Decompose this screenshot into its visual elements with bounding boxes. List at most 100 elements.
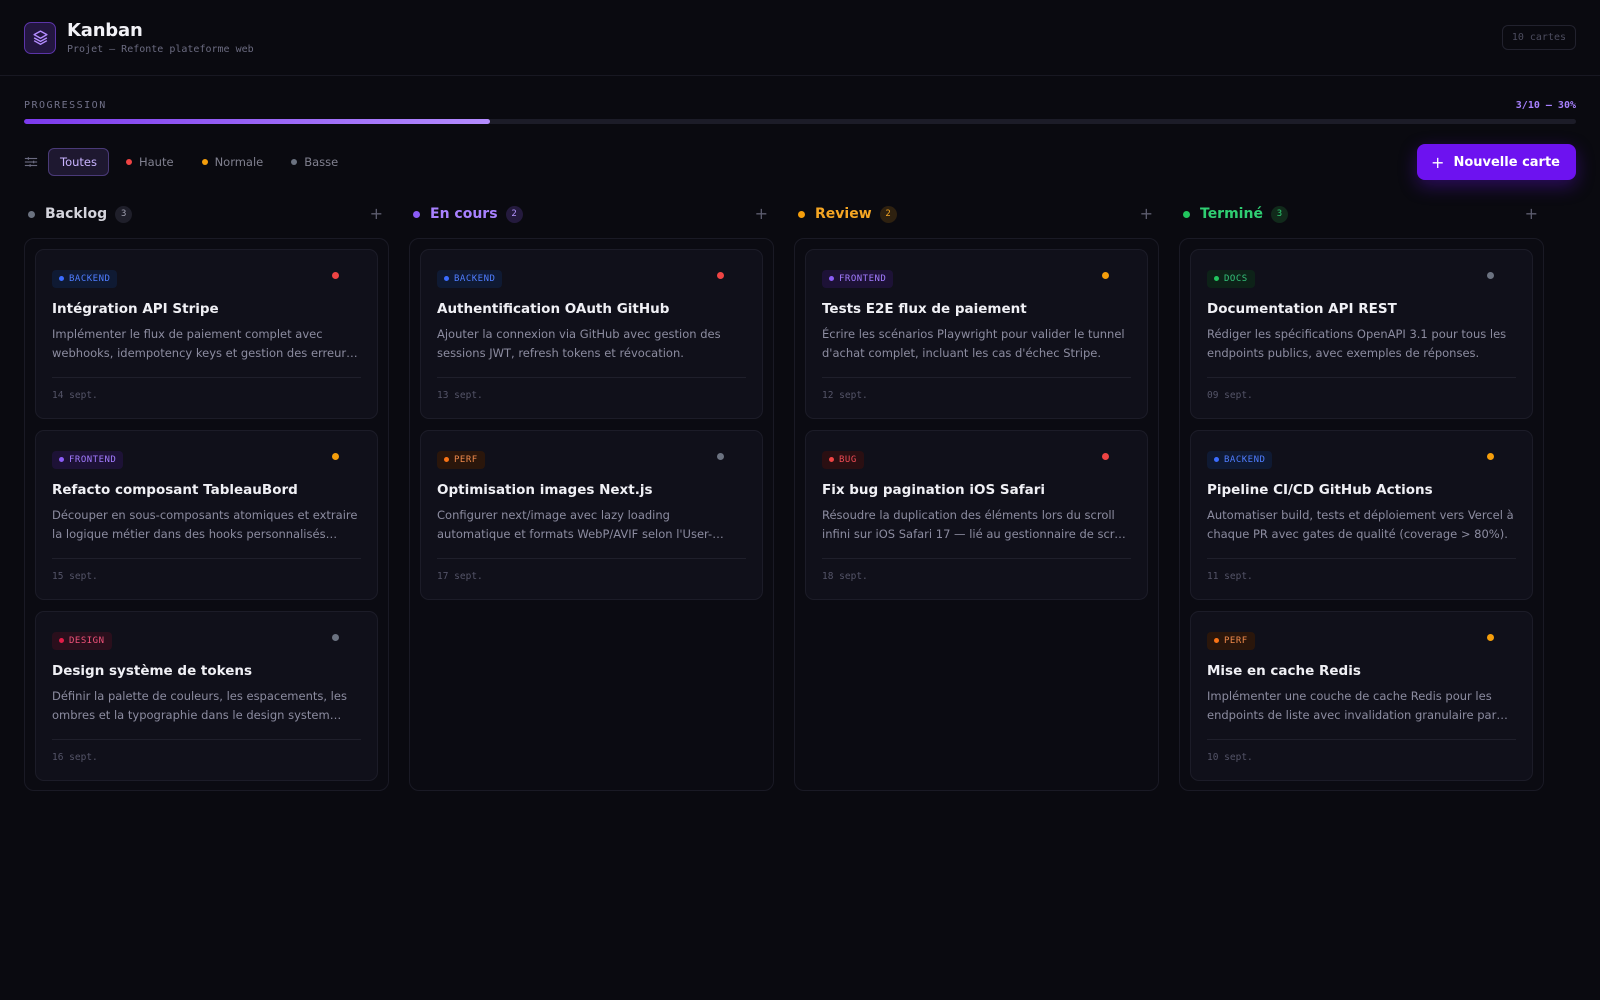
progress-section: PROGRESSION 3/10 — 30%: [0, 76, 1600, 124]
card-tag-label: PERF: [1224, 635, 1248, 646]
tag-dot: [829, 457, 834, 462]
sliders-icon[interactable]: [24, 155, 38, 169]
card-tag: BUG: [822, 450, 864, 469]
add-card-icon[interactable]: +: [1140, 204, 1153, 223]
card-tag: BACKEND: [437, 269, 503, 288]
card-tag: DESIGN: [52, 631, 112, 650]
kanban-card[interactable]: BUG Fix bug pagination iOS Safari Résoudre…: [805, 430, 1148, 600]
card-tag: FRONTEND: [822, 269, 894, 288]
card-divider: [52, 738, 361, 740]
card-date: 17 sept.: [437, 570, 483, 582]
column-header: En cours 2 +: [409, 200, 774, 228]
tag-dot: [444, 457, 449, 462]
card-date: 13 sept.: [437, 389, 483, 401]
kanban-card[interactable]: FRONTEND Tests E2E flux de paiement Écrire…: [805, 249, 1148, 419]
card-tag-label: BACKEND: [1224, 454, 1266, 465]
filter-chip-basse[interactable]: Basse: [280, 148, 349, 176]
kanban-card[interactable]: BACKEND Pipeline CI/CD GitHub Actions Auto…: [1190, 430, 1533, 600]
column-count-badge: 3: [1270, 205, 1288, 223]
add-card-icon[interactable]: +: [370, 204, 383, 223]
card-divider: [52, 376, 361, 378]
column-title: Review: [815, 206, 872, 222]
card-divider: [1207, 557, 1516, 559]
tag-dot: [829, 276, 834, 281]
filter-chip-label: Normale: [214, 155, 264, 169]
card-title: Refacto composant TableauBord: [52, 481, 298, 498]
card-title: Tests E2E flux de paiement: [822, 300, 1027, 317]
column-count-badge: 2: [505, 205, 523, 223]
card-title: Intégration API Stripe: [52, 300, 219, 317]
card-divider: [437, 376, 746, 378]
new-card-button[interactable]: + Nouvelle carte: [1417, 144, 1576, 180]
kanban-card[interactable]: BACKEND Authentification OAuth GitHub Ajou…: [420, 249, 763, 419]
kanban-card[interactable]: DOCS Documentation API REST Rédiger les sp…: [1190, 249, 1533, 419]
card-description: Définir la palette de couleurs, les espa…: [52, 688, 347, 722]
filter-chip-normale[interactable]: Normale: [191, 148, 275, 176]
card-count-badge: 10 cartes: [1501, 25, 1576, 50]
kanban-card[interactable]: FRONTEND Refacto composant TableauBord Déc…: [35, 430, 378, 600]
card-tag-label: FRONTEND: [839, 273, 887, 284]
priority-dot: [1487, 272, 1494, 279]
column-header: Review 2 +: [794, 200, 1159, 228]
tag-dot: [444, 276, 449, 281]
priority-dot: [201, 159, 208, 165]
card-tag: DOCS: [1207, 269, 1255, 288]
filter-bar: Toutes Haute Normale Basse + Nouvelle carte: [0, 144, 1600, 180]
card-tag: FRONTEND: [52, 450, 124, 469]
card-title: Optimisation images Next.js: [437, 481, 653, 498]
card-title: Documentation API REST: [1207, 300, 1397, 317]
column-card-list: BACKEND Intégration API Stripe Implémenter…: [24, 238, 389, 791]
add-card-icon[interactable]: +: [1525, 204, 1538, 223]
add-card-icon[interactable]: +: [755, 204, 768, 223]
progress-bar: [24, 119, 1576, 124]
column-status-dot: [28, 210, 35, 218]
card-divider: [52, 557, 361, 559]
priority-dot: [332, 272, 339, 279]
card-description: Écrire les scénarios Playwright pour val…: [822, 326, 1125, 360]
priority-dot: [291, 159, 298, 165]
priority-dot: [1487, 634, 1494, 641]
kanban-card[interactable]: DESIGN Design système de tokens Définir la…: [35, 611, 378, 781]
priority-dot: [1487, 453, 1494, 460]
card-description: Découper en sous-composants atomiques et…: [52, 507, 358, 541]
priority-dot: [717, 453, 724, 460]
card-tag-label: BACKEND: [69, 273, 111, 284]
card-tag-label: PERF: [454, 454, 478, 465]
card-description: Implémenter une couche de cache Redis po…: [1207, 688, 1497, 722]
tag-dot: [1214, 638, 1219, 643]
column-title: En cours: [430, 206, 498, 222]
card-divider: [1207, 738, 1516, 740]
column-header: Terminé 3 +: [1179, 200, 1544, 228]
card-divider: [1207, 376, 1516, 378]
progress-label: PROGRESSION: [24, 100, 107, 111]
plus-icon: +: [1431, 152, 1445, 172]
card-title: Authentification OAuth GitHub: [437, 300, 670, 317]
card-title: Design système de tokens: [52, 662, 253, 679]
card-date: 18 sept.: [822, 570, 868, 582]
column-backlog: Backlog 3 + BACKEND Intégration API Stripe Im…: [24, 200, 389, 791]
filter-chip-label: Toutes: [60, 155, 97, 169]
card-divider: [437, 557, 746, 559]
priority-dot: [332, 634, 339, 641]
tag-dot: [59, 638, 64, 643]
progress-value: 3/10 — 30%: [1515, 100, 1576, 111]
filter-chip-toutes[interactable]: Toutes: [48, 148, 109, 176]
project-subtitle: Projet — Refonte plateforme web: [67, 44, 254, 55]
kanban-card[interactable]: BACKEND Intégration API Stripe Implémenter…: [35, 249, 378, 419]
column-status-dot: [798, 210, 805, 218]
filter-chip-haute[interactable]: Haute: [115, 148, 185, 176]
card-tag-label: DESIGN: [69, 635, 105, 646]
kanban-card[interactable]: PERF Optimisation images Next.js Configure…: [420, 430, 763, 600]
card-tag-label: BACKEND: [454, 273, 496, 284]
card-description: Automatiser build, tests et déploiement …: [1207, 507, 1514, 541]
app-header: Kanban Projet — Refonte plateforme web 1…: [0, 0, 1600, 76]
filter-chip-label: Haute: [138, 155, 174, 169]
column-card-list: DOCS Documentation API REST Rédiger les sp…: [1179, 238, 1544, 791]
card-tag-label: DOCS: [1224, 273, 1248, 284]
filter-chip-label: Basse: [304, 155, 339, 169]
card-date: 14 sept.: [52, 389, 98, 401]
card-title: Pipeline CI/CD GitHub Actions: [1207, 481, 1433, 498]
priority-dot: [332, 453, 339, 460]
column-header: Backlog 3 +: [24, 200, 389, 228]
kanban-card[interactable]: PERF Mise en cache Redis Implémenter une c…: [1190, 611, 1533, 781]
